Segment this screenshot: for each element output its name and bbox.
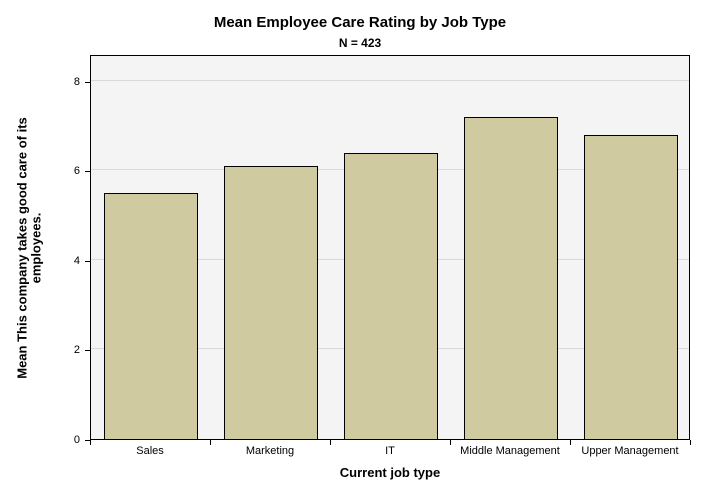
bar: [584, 135, 678, 439]
y-tick-mark: [85, 82, 90, 83]
x-tick-mark: [570, 440, 571, 445]
y-tick-mark: [85, 261, 90, 262]
x-tick-mark: [330, 440, 331, 445]
x-tick-label: Upper Management: [581, 445, 678, 457]
y-tick-label: 6: [0, 165, 80, 177]
x-tick-mark: [90, 440, 91, 445]
x-tick-label: Sales: [136, 445, 164, 457]
chart-title: Mean Employee Care Rating by Job Type: [0, 14, 720, 31]
x-tick-label: IT: [385, 445, 395, 457]
x-axis-label: Current job type: [90, 465, 690, 480]
x-tick-mark: [210, 440, 211, 445]
y-axis-label: Mean This company takes good care of its…: [20, 55, 40, 440]
y-tick-label: 2: [0, 344, 80, 356]
y-axis-label-line2: employees.: [29, 212, 44, 283]
x-tick-label: Marketing: [246, 445, 294, 457]
y-tick-label: 4: [0, 255, 80, 267]
x-tick-label: Middle Management: [460, 445, 560, 457]
y-tick-label: 0: [0, 434, 80, 446]
x-tick-mark: [450, 440, 451, 445]
chart-subtitle: N = 423: [0, 36, 720, 50]
bar: [224, 166, 318, 439]
plot-area: [90, 55, 690, 440]
grid-line: [91, 80, 689, 81]
x-tick-mark: [690, 440, 691, 445]
y-tick-mark: [85, 350, 90, 351]
y-axis-label-line1: Mean This company takes good care of its: [15, 117, 30, 379]
bar: [104, 193, 198, 439]
y-tick-mark: [85, 171, 90, 172]
chart-container: Mean Employee Care Rating by Job Type N …: [0, 0, 720, 504]
y-tick-label: 8: [0, 76, 80, 88]
bar: [464, 117, 558, 439]
bar: [344, 153, 438, 440]
